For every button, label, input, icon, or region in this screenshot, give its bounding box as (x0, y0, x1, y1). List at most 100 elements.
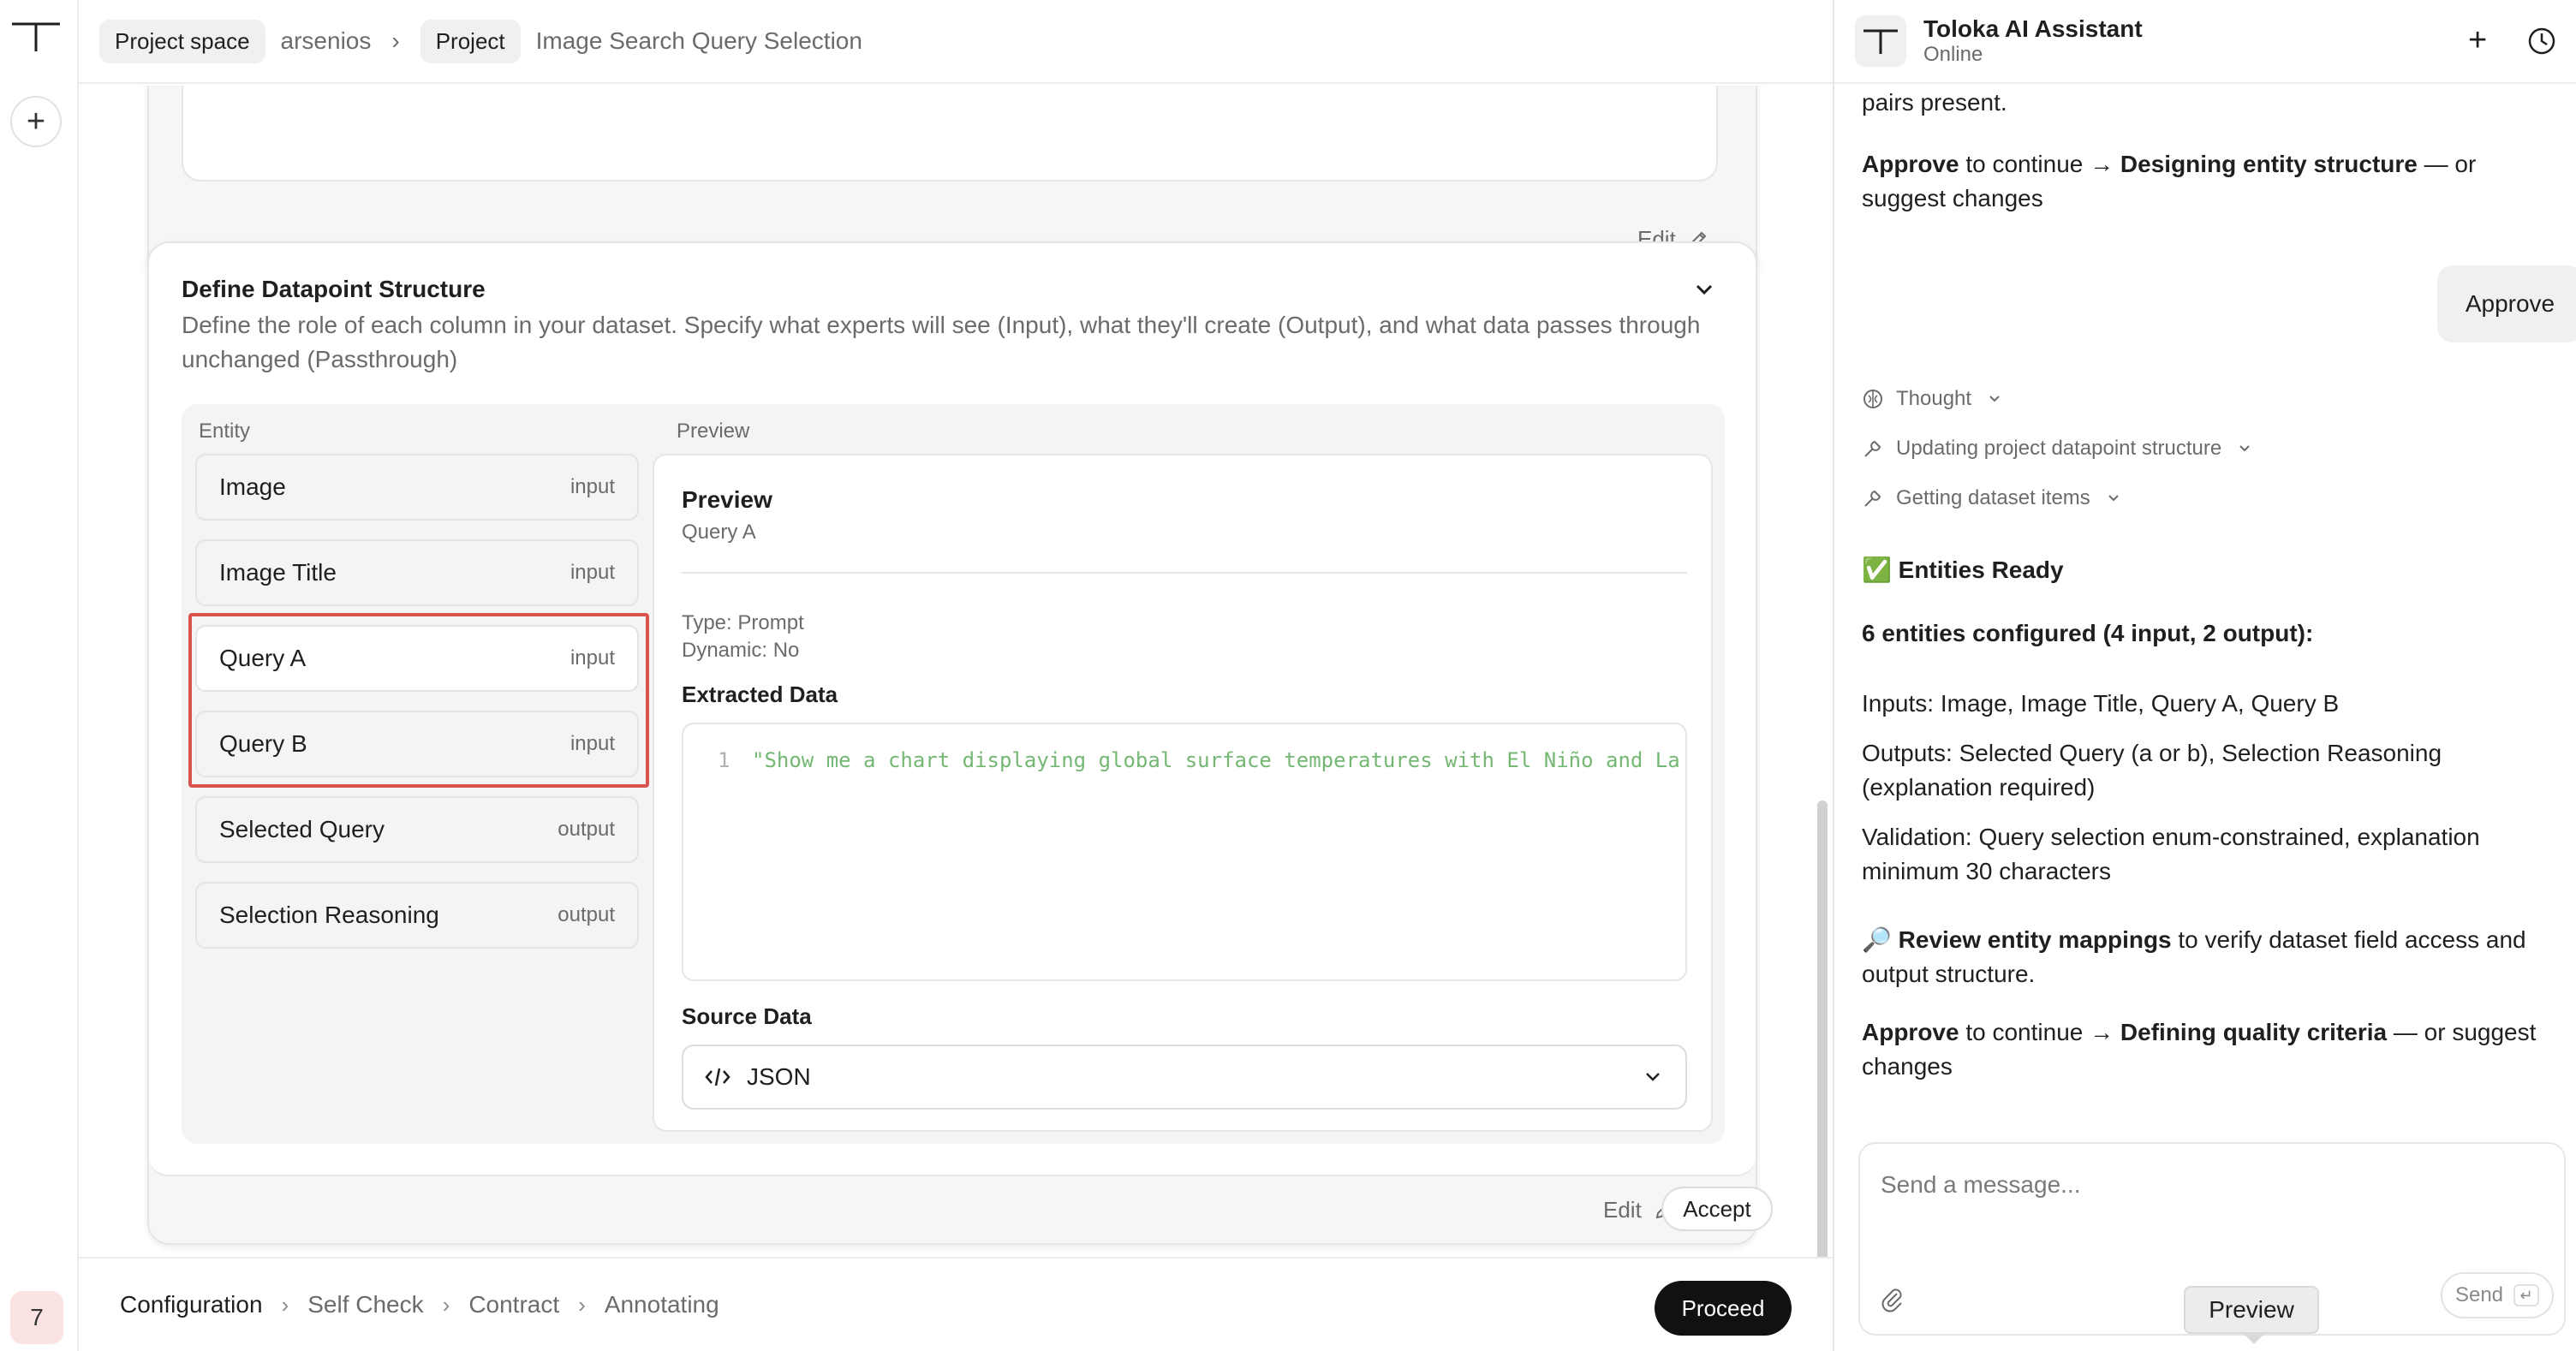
wrench-icon (1864, 490, 1881, 507)
proceed-button[interactable]: Proceed (1655, 1281, 1792, 1336)
entity-name: Query B (219, 730, 307, 757)
step-separator: › (578, 1291, 586, 1318)
step-contract[interactable]: Contract (468, 1291, 559, 1318)
divider (682, 572, 1687, 574)
tool-step[interactable]: Getting dataset items (1862, 481, 2125, 515)
paperclip-icon[interactable] (1879, 1286, 1906, 1313)
code-icon (705, 1068, 730, 1086)
step-self-check[interactable]: Self Check (307, 1291, 423, 1318)
preview-column-header: Preview (677, 420, 750, 443)
send-button[interactable]: Send ↵ (2441, 1272, 2554, 1318)
step-label: Getting dataset items (1896, 486, 2090, 509)
edit-label: Edit (1603, 1197, 1642, 1223)
preview-subtitle: Query A (682, 521, 756, 544)
source-data-select[interactable]: JSON (682, 1044, 1687, 1110)
brain-icon (1863, 390, 1882, 408)
entity-item[interactable]: Selected Query output (195, 796, 639, 863)
project-chip[interactable]: Project (420, 19, 521, 63)
assistant-panel: Toloka AI Assistant Online + pairs prese… (1833, 0, 2576, 1351)
type-value: Prompt (737, 611, 804, 634)
entity-item-selected[interactable]: Query A input (195, 625, 639, 692)
source-data-label: Source Data (682, 1003, 812, 1029)
magnifier-icon: 🔎 (1862, 926, 1892, 953)
approve-target: Designing entity structure (2120, 151, 2418, 177)
wrench-icon (1864, 440, 1881, 457)
preview-dynamic: Dynamic: No (682, 639, 799, 663)
approve-target: Defining quality criteria (2120, 1019, 2388, 1045)
approve-mid: to continue → (1959, 1019, 2120, 1045)
step-configuration[interactable]: Configuration (120, 1291, 263, 1318)
preview-pane: Preview Query A Type: Prompt Dynamic: No… (653, 454, 1713, 1132)
left-rail: + 7 (0, 0, 79, 1351)
extracted-data-code[interactable]: 1 "Show me a chart displaying global sur… (682, 723, 1687, 981)
approve-word: Approve (1862, 151, 1959, 177)
step-separator: › (281, 1291, 289, 1318)
validation-text: Validation: Query selection enum-constra… (1862, 824, 2480, 884)
assistant-header: Toloka AI Assistant Online + (1834, 0, 2576, 84)
accept-button[interactable]: Accept (1661, 1187, 1773, 1231)
entity-item[interactable]: Selection Reasoning output (195, 882, 639, 949)
step-annotating[interactable]: Annotating (605, 1291, 719, 1318)
entity-item[interactable]: Query B input (195, 711, 639, 777)
entity-name: Selection Reasoning (219, 902, 439, 928)
project-name-crumb[interactable]: Image Search Query Selection (536, 27, 862, 55)
assistant-avatar (1855, 15, 1906, 67)
datapoint-structure-card: Define Datapoint Structure Define the ro… (147, 241, 1773, 1245)
source-data-value: JSON (747, 1063, 811, 1090)
review-bold: Review entity mappings (1898, 926, 2172, 953)
project-space-chip[interactable]: Project space (99, 19, 265, 63)
entity-item[interactable]: Image input (195, 454, 639, 521)
code-line-text: "Show me a chart displaying global surfa… (752, 748, 1680, 772)
preview-tooltip: Preview (2184, 1286, 2319, 1344)
step-label: Updating project datapoint structure (1896, 437, 2222, 460)
code-line-number: 1 (718, 748, 730, 772)
entity-name: Image Title (219, 559, 337, 586)
entity-name: Selected Query (219, 816, 385, 842)
tool-step[interactable]: Updating project datapoint structure (1862, 431, 2256, 466)
step-bar: Configuration › Self Check › Contract › … (79, 1257, 1833, 1351)
enter-key-icon: ↵ (2513, 1284, 2540, 1306)
workspace-crumb[interactable]: arsenios (281, 27, 372, 55)
new-project-button[interactable]: + (10, 96, 62, 147)
type-label: Type: (682, 611, 732, 634)
history-clock-icon[interactable] (2526, 26, 2557, 57)
extracted-data-label: Extracted Data (682, 681, 838, 707)
entity-type: input (569, 561, 615, 584)
entity-name: Image (219, 473, 286, 500)
approve-word: Approve (1862, 1019, 1959, 1045)
assistant-status: Online (1923, 43, 1983, 66)
breadcrumb-separator: › (391, 27, 400, 54)
datapoint-structure-body: Define Datapoint Structure Define the ro… (149, 243, 1756, 1176)
toloka-logo-icon[interactable] (9, 19, 63, 53)
dynamic-label: Dynamic: (682, 639, 768, 662)
approve-mid: to continue → (1959, 151, 2120, 177)
entity-type: input (569, 475, 615, 498)
step-label: Thought (1896, 387, 1972, 410)
preview-title: Preview (682, 486, 772, 513)
entity-item[interactable]: Image Title input (195, 539, 639, 606)
entity-name: Query A (219, 645, 307, 671)
entity-type: output (558, 818, 615, 841)
chevron-down-icon[interactable] (1690, 276, 1718, 303)
previous-step-body (182, 86, 1718, 182)
notification-badge[interactable]: 7 (10, 1291, 63, 1344)
chevron-down-icon (2239, 445, 2250, 452)
approve-instruction: Approve to continue → Defining quality c… (1862, 1015, 2564, 1084)
inputs-text: Inputs: Image, Image Title, Query A, Que… (1862, 690, 2340, 717)
main-scrollbar[interactable] (1817, 800, 1828, 1257)
entity-preview-panel: Entity Preview Image input Image Title i… (182, 404, 1725, 1144)
chevron-down-icon (1646, 1073, 1660, 1081)
entity-type: input (569, 646, 615, 670)
outputs-text: Outputs: Selected Query (a or b), Select… (1862, 740, 2442, 800)
chevron-down-icon (1989, 396, 2000, 402)
entity-type: input (569, 732, 615, 755)
new-chat-button[interactable]: + (2468, 24, 2487, 57)
message-input[interactable]: Send a message... (1881, 1171, 2080, 1199)
message-text: pairs present. (1862, 89, 2007, 116)
toloka-logo-icon (1863, 29, 1898, 54)
preview-type: Type: Prompt (682, 611, 804, 635)
thought-step[interactable]: Thought (1862, 382, 2006, 416)
dynamic-value: No (772, 639, 800, 662)
main-content: Edit Define Datapoint Structure Define t… (79, 86, 1833, 1257)
user-message-bubble: Approve (2437, 265, 2576, 342)
